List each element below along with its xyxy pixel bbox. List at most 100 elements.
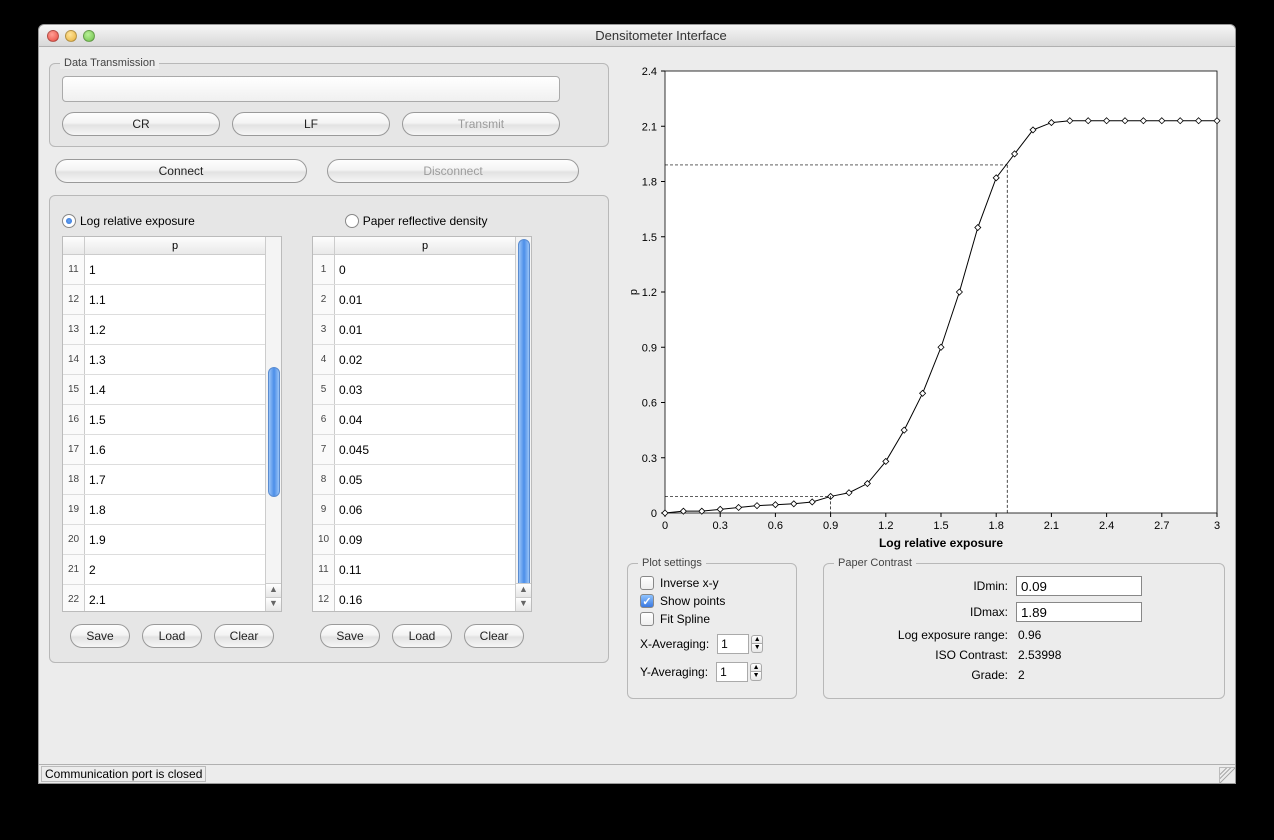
plot-settings-group: Plot settings Inverse x-y Show points Fi…	[627, 563, 797, 699]
table-row[interactable]: 10	[313, 255, 515, 285]
table-row[interactable]: 120.16	[313, 585, 515, 611]
svg-text:1.8: 1.8	[989, 520, 1004, 532]
svg-text:2.1: 2.1	[642, 121, 657, 133]
iso-contrast-value: 2.53998	[1016, 648, 1061, 662]
x-averaging-input[interactable]	[717, 634, 749, 654]
table-row[interactable]: 181.7	[63, 465, 265, 495]
disconnect-button[interactable]: Disconnect	[327, 159, 579, 183]
iso-contrast-label: ISO Contrast:	[836, 648, 1016, 662]
svg-text:1.5: 1.5	[933, 520, 948, 532]
save-right-button[interactable]: Save	[320, 624, 380, 648]
load-left-button[interactable]: Load	[142, 624, 202, 648]
table-row[interactable]: 60.04	[313, 405, 515, 435]
radio-log-exposure[interactable]: Log relative exposure	[62, 214, 195, 228]
table-row[interactable]: 121.1	[63, 285, 265, 315]
log-exposure-range-label: Log exposure range:	[836, 628, 1016, 642]
radio-icon	[345, 214, 359, 228]
table-row[interactable]: 40.02	[313, 345, 515, 375]
table-row[interactable]: 201.9	[63, 525, 265, 555]
table-row[interactable]: 100.09	[313, 525, 515, 555]
svg-text:0.3: 0.3	[713, 520, 728, 532]
scroll-up-icon[interactable]: ▲	[516, 583, 531, 597]
table-row[interactable]: 151.4	[63, 375, 265, 405]
svg-text:1.2: 1.2	[642, 287, 657, 299]
x-averaging-label: X-Averaging:	[640, 637, 709, 651]
svg-text:2.7: 2.7	[1154, 520, 1169, 532]
idmin-label: IDmin:	[836, 579, 1016, 593]
checkbox-icon	[640, 576, 654, 590]
svg-text:0: 0	[651, 508, 657, 520]
table-left[interactable]: p111121.1131.2141.3151.4161.5171.6181.71…	[62, 236, 282, 612]
svg-text:2.4: 2.4	[1099, 520, 1114, 532]
svg-text:Log relative exposure: Log relative exposure	[879, 536, 1003, 550]
fit-spline-checkbox[interactable]: Fit Spline	[640, 612, 784, 626]
connect-button[interactable]: Connect	[55, 159, 307, 183]
table-row[interactable]: 131.2	[63, 315, 265, 345]
table-row[interactable]: 141.3	[63, 345, 265, 375]
svg-text:3: 3	[1214, 520, 1220, 532]
table-row[interactable]: 212	[63, 555, 265, 585]
table-row[interactable]: 20.01	[313, 285, 515, 315]
close-icon[interactable]	[47, 30, 59, 42]
scrollbar-left[interactable]: ▲▼	[265, 237, 281, 611]
grade-label: Grade:	[836, 668, 1016, 682]
radio-icon	[62, 214, 76, 228]
scroll-down-icon[interactable]: ▼	[266, 597, 281, 611]
svg-text:1.5: 1.5	[642, 232, 657, 244]
step-down-icon[interactable]: ▼	[750, 672, 762, 681]
resize-handle-icon[interactable]	[1219, 767, 1235, 783]
data-transmission-legend: Data Transmission	[60, 57, 159, 69]
table-row[interactable]: 161.5	[63, 405, 265, 435]
lf-button[interactable]: LF	[232, 112, 390, 136]
save-left-button[interactable]: Save	[70, 624, 130, 648]
idmax-input[interactable]	[1016, 602, 1142, 622]
radio-log-exposure-label: Log relative exposure	[80, 214, 195, 228]
show-points-checkbox[interactable]: Show points	[640, 594, 784, 608]
y-averaging-input[interactable]	[716, 662, 748, 682]
checkbox-icon	[640, 612, 654, 626]
table-row[interactable]: 110.11	[313, 555, 515, 585]
cr-button[interactable]: CR	[62, 112, 220, 136]
radio-paper-density[interactable]: Paper reflective density	[345, 214, 488, 228]
table-row[interactable]: 222.1	[63, 585, 265, 611]
table-row[interactable]: 30.01	[313, 315, 515, 345]
idmin-input[interactable]	[1016, 576, 1142, 596]
step-up-icon[interactable]: ▲	[750, 663, 762, 672]
clear-right-button[interactable]: Clear	[464, 624, 524, 648]
window-controls	[47, 30, 95, 42]
log-exposure-range-value: 0.96	[1016, 628, 1041, 642]
table-row[interactable]: 90.06	[313, 495, 515, 525]
table-row[interactable]: 70.045	[313, 435, 515, 465]
y-averaging-label: Y-Averaging:	[640, 665, 708, 679]
clear-left-button[interactable]: Clear	[214, 624, 274, 648]
table-row[interactable]: 171.6	[63, 435, 265, 465]
table-right[interactable]: p1020.0130.0140.0250.0360.0470.04580.059…	[312, 236, 532, 612]
load-right-button[interactable]: Load	[392, 624, 452, 648]
minimize-icon[interactable]	[65, 30, 77, 42]
y-averaging-stepper[interactable]: ▲▼	[716, 662, 762, 682]
svg-text:2.1: 2.1	[1044, 520, 1059, 532]
inverse-xy-checkbox[interactable]: Inverse x-y	[640, 576, 784, 590]
svg-text:1.2: 1.2	[878, 520, 893, 532]
scrollbar-right[interactable]: ▲▼	[515, 237, 531, 611]
step-down-icon[interactable]: ▼	[751, 644, 763, 653]
step-up-icon[interactable]: ▲	[751, 635, 763, 644]
table-row[interactable]: 50.03	[313, 375, 515, 405]
x-averaging-stepper[interactable]: ▲▼	[717, 634, 763, 654]
zoom-icon[interactable]	[83, 30, 95, 42]
plot-settings-legend: Plot settings	[638, 557, 706, 569]
radio-paper-density-label: Paper reflective density	[363, 214, 488, 228]
svg-text:0: 0	[662, 520, 668, 532]
transmit-button[interactable]: Transmit	[402, 112, 560, 136]
transmission-input[interactable]	[62, 76, 560, 102]
scroll-down-icon[interactable]: ▼	[516, 597, 531, 611]
table-row[interactable]: 80.05	[313, 465, 515, 495]
table-row[interactable]: 191.8	[63, 495, 265, 525]
table-row[interactable]: 111	[63, 255, 265, 285]
grade-value: 2	[1016, 668, 1025, 682]
svg-text:2.4: 2.4	[642, 66, 657, 78]
svg-text:0.6: 0.6	[642, 398, 657, 410]
svg-text:0.3: 0.3	[642, 453, 657, 465]
paper-contrast-group: Paper Contrast IDmin: IDmax: Log exposur…	[823, 563, 1225, 699]
scroll-up-icon[interactable]: ▲	[266, 583, 281, 597]
